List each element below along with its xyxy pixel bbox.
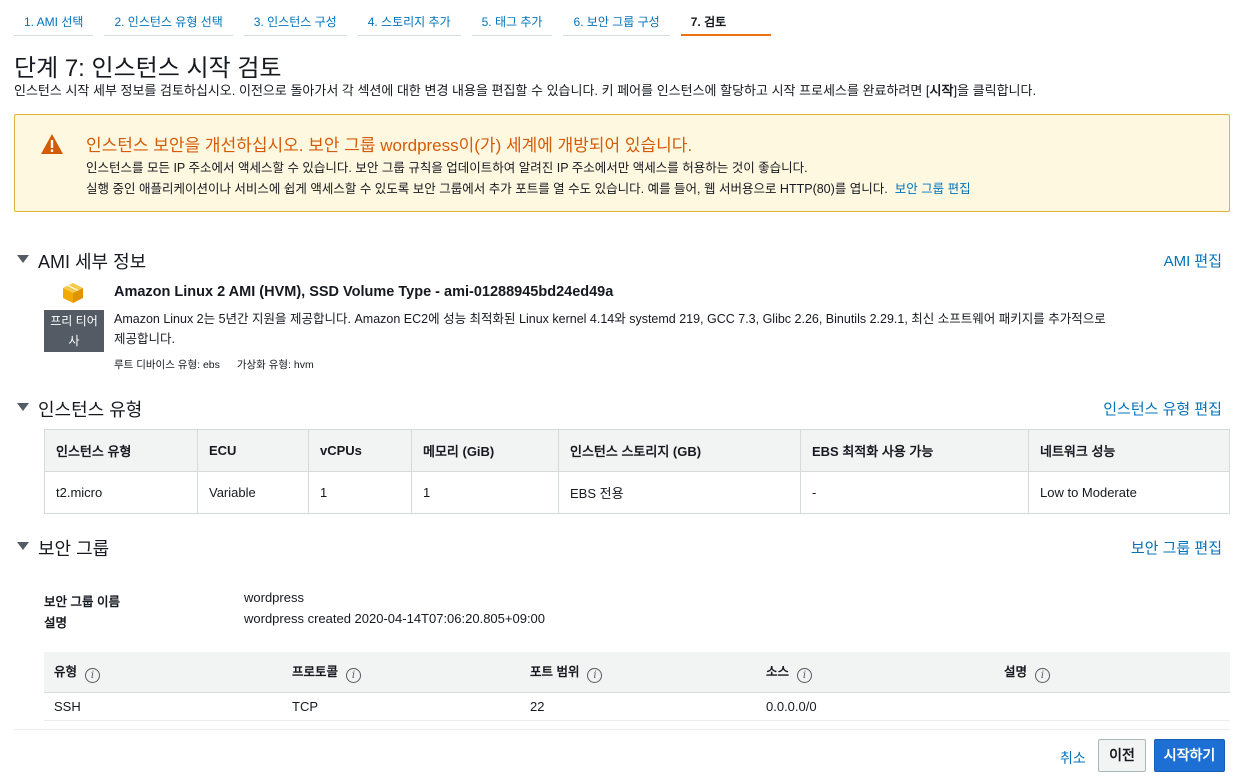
step-add-storage[interactable]: 4. 스토리지 추가 xyxy=(357,6,461,36)
column-header: 메모리 (GiB) xyxy=(411,429,559,472)
page-title: 단계 7: 인스턴스 시작 검토 xyxy=(14,55,282,82)
column-header-label: 설명 xyxy=(1004,664,1028,679)
column-header-label: 유형 xyxy=(54,664,78,679)
step-instance-type[interactable]: 2. 인스턴스 유형 선택 xyxy=(104,6,233,36)
column-header: vCPUs xyxy=(308,429,412,472)
page-description-text: 인스턴스 시작 세부 정보를 검토하십시오. 이전으로 돌아가서 각 섹션에 대… xyxy=(14,83,930,98)
virtualization-type: 가상화 유형: hvm xyxy=(236,359,314,371)
table-row: t2.micro Variable 1 1 EBS 전용 - Low to Mo… xyxy=(44,471,1230,514)
previous-button[interactable]: 이전 xyxy=(1098,739,1146,772)
page-description-tail: ]을 클릭합니다. xyxy=(953,83,1037,98)
page-description: 인스턴스 시작 세부 정보를 검토하십시오. 이전으로 돌아가서 각 섹션에 대… xyxy=(14,80,1036,99)
warning-title: 인스턴스 보안을 개선하십시오. 보안 그룹 wordpress이(가) 세계에… xyxy=(86,136,693,155)
security-group-name-label: 보안 그룹 이름 xyxy=(44,595,120,609)
table-cell xyxy=(994,692,1230,721)
security-group-section-header[interactable]: 보안 그룹 보안 그룹 편집 xyxy=(14,535,1222,559)
table-cell: EBS 전용 xyxy=(558,471,801,514)
table-cell: Low to Moderate xyxy=(1028,471,1230,514)
ami-description: Amazon Linux 2는 5년간 지원을 제공합니다. Amazon EC… xyxy=(114,312,1106,346)
table-row: SSH TCP 22 0.0.0.0/0 xyxy=(44,692,1230,721)
instance-type-section-title: 인스턴스 유형 xyxy=(38,400,143,420)
edit-security-group-button[interactable]: 보안 그룹 편집 xyxy=(1131,537,1222,558)
column-header: 설명 i xyxy=(994,652,1230,693)
launch-button[interactable]: 시작하기 xyxy=(1154,739,1225,772)
column-header: ECU xyxy=(197,429,309,472)
security-group-desc-value: wordpress created 2020-04-14T07:06:20.80… xyxy=(244,611,546,626)
table-cell: 22 xyxy=(520,692,756,721)
column-header-label: 프로토콜 xyxy=(292,664,339,679)
info-icon[interactable]: i xyxy=(587,667,603,683)
wizard-steps: 1. AMI 선택 2. 인스턴스 유형 선택 3. 인스턴스 구성 4. 스토… xyxy=(14,6,782,36)
security-group-desc-label: 설명 xyxy=(44,616,68,630)
collapse-caret-icon[interactable] xyxy=(17,255,29,263)
step-review[interactable]: 7. 검토 xyxy=(680,6,771,36)
column-header: EBS 최적화 사용 가능 xyxy=(800,429,1029,472)
info-icon[interactable]: i xyxy=(346,667,362,683)
table-cell: 0.0.0.0/0 xyxy=(756,692,994,721)
table-cell: - xyxy=(800,471,1029,514)
instance-type-table: 인스턴스 유형 ECU vCPUs 메모리 (GiB) 인스턴스 스토리지 (G… xyxy=(44,429,1230,514)
warning-text-1: 인스턴스를 모든 IP 주소에서 액세스할 수 있습니다. 보안 그룹 규칙을 … xyxy=(86,161,808,175)
free-tier-badge-line1: 프리 티어 사 xyxy=(50,314,98,348)
cancel-button[interactable]: 취소 xyxy=(1052,746,1094,770)
edit-instance-type-link[interactable]: 인스턴스 유형 편집 xyxy=(1103,398,1222,419)
table-cell: SSH xyxy=(44,692,282,721)
ami-meta: 루트 디바이스 유형: ebs 가상화 유형: hvm xyxy=(114,357,328,372)
column-header-label: 포트 범위 xyxy=(530,664,580,679)
step-add-tags[interactable]: 5. 태그 추가 xyxy=(471,6,553,36)
ami-section-title: AMI 세부 정보 xyxy=(38,252,147,272)
ami-section-header[interactable]: AMI 세부 정보 AMI 편집 xyxy=(14,248,1222,272)
column-header: 네트워크 성능 xyxy=(1028,429,1230,472)
table-cell: 1 xyxy=(308,471,412,514)
info-icon[interactable]: i xyxy=(85,667,101,683)
step-security-group[interactable]: 6. 보안 그룹 구성 xyxy=(563,6,670,36)
edit-ami-link[interactable]: AMI 편집 xyxy=(1164,250,1222,271)
table-header-row: 유형 i 프로토콜 i 포트 범위 i 소스 i 설명 i xyxy=(44,652,1230,693)
column-header: 유형 i xyxy=(44,652,282,693)
table-header-row: 인스턴스 유형 ECU vCPUs 메모리 (GiB) 인스턴스 스토리지 (G… xyxy=(44,429,1230,472)
warning-text-2-body: 실행 중인 애플리케이션이나 서비스에 쉽게 액세스할 수 있도록 보안 그룹에… xyxy=(86,182,888,196)
root-device-type: 루트 디바이스 유형: ebs xyxy=(114,359,220,371)
collapse-caret-icon[interactable] xyxy=(17,542,29,550)
free-tier-badge: 프리 티어 사 용 가능 xyxy=(44,310,104,368)
free-tier-badge-line2: 용 가능 xyxy=(55,354,93,368)
warning-icon xyxy=(41,134,63,154)
column-header: 소스 i xyxy=(756,652,994,693)
table-cell: Variable xyxy=(197,471,309,514)
footer-divider xyxy=(14,729,1230,730)
warning-text-2: 실행 중인 애플리케이션이나 서비스에 쉽게 액세스할 수 있도록 보안 그룹에… xyxy=(86,178,971,197)
table-cell: t2.micro xyxy=(44,471,198,514)
step-configure-instance[interactable]: 3. 인스턴스 구성 xyxy=(243,6,347,36)
security-group-section-title: 보안 그룹 xyxy=(38,539,110,559)
cube-icon xyxy=(63,283,83,303)
edit-security-group-link[interactable]: 보안 그룹 편집 xyxy=(895,182,971,196)
column-header: 인스턴스 스토리지 (GB) xyxy=(558,429,801,472)
security-rules-table: 유형 i 프로토콜 i 포트 범위 i 소스 i 설명 i SSH TCP 22 0.0.… xyxy=(44,652,1230,721)
ami-name: Amazon Linux 2 AMI (HVM), SSD Volume Typ… xyxy=(114,284,614,300)
column-header: 포트 범위 i xyxy=(520,652,756,693)
column-header-label: 소스 xyxy=(766,664,790,679)
table-cell: TCP xyxy=(282,692,520,721)
security-warning-box: 인스턴스 보안을 개선하십시오. 보안 그룹 wordpress이(가) 세계에… xyxy=(14,114,1230,212)
info-icon[interactable]: i xyxy=(797,667,813,683)
table-cell: 1 xyxy=(411,471,559,514)
page-description-bold: 시작 xyxy=(929,83,954,98)
instance-type-section-header[interactable]: 인스턴스 유형 인스턴스 유형 편집 xyxy=(14,396,1222,420)
info-icon[interactable]: i xyxy=(1035,667,1051,683)
step-ami[interactable]: 1. AMI 선택 xyxy=(14,6,94,36)
security-group-name-value: wordpress xyxy=(244,590,304,605)
column-header: 인스턴스 유형 xyxy=(44,429,198,472)
collapse-caret-icon[interactable] xyxy=(17,403,29,411)
column-header: 프로토콜 i xyxy=(282,652,520,693)
